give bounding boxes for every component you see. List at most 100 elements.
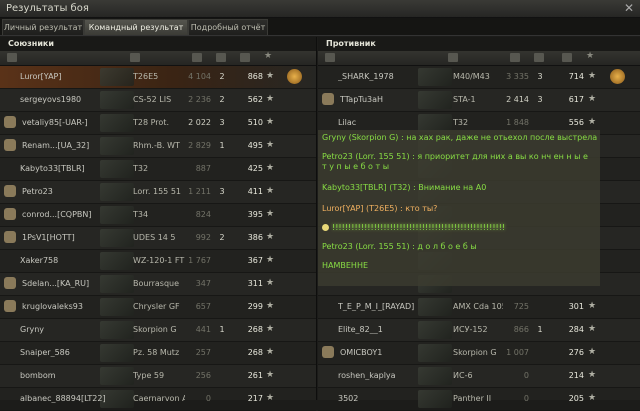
table-row[interactable]: roshen_kaplya ИС-6 0 214 ★: [318, 365, 640, 388]
xp-star-icon: ★: [588, 71, 597, 81]
xp-star-icon: ★: [588, 393, 597, 403]
player-name: TTapTu3aH: [340, 95, 384, 104]
sort-tank-icon[interactable]: [130, 53, 140, 62]
sort-kills-icon[interactable]: [534, 53, 544, 62]
player-name: T_E_P_M_I_[RAYAD]: [338, 302, 415, 311]
sort-squad-icon[interactable]: [325, 53, 335, 62]
xp-value: 395: [247, 210, 263, 219]
table-row[interactable]: Xaker758 WZ-120-1 FT 1 767 367 ★: [0, 250, 316, 273]
table-row[interactable]: Luror[YAP] T26E5 4 104 2 868 ★: [0, 66, 316, 89]
damage-value: 0: [523, 371, 529, 380]
allies-panel: Союзники ★ Luror[YAP] T26E5 4 104 2 868 ★ serg…: [0, 37, 317, 411]
player-name: Luror[YAP]: [20, 72, 62, 81]
xp-star-icon: ★: [266, 163, 275, 173]
player-name: _SHARK_1978: [338, 72, 394, 81]
chat-message: HAMBEHHE: [322, 261, 368, 270]
table-row[interactable]: Petro23 Lorr. 155 51 1 211 3 411 ★: [0, 181, 316, 204]
sort-tank-icon[interactable]: [448, 53, 458, 62]
star-icon[interactable]: ★: [264, 51, 274, 61]
xp-value: 714: [568, 72, 584, 81]
kills-value: 3: [219, 187, 225, 196]
table-row[interactable]: _SHARK_1978 M40/M43 3 335 3 714 ★: [318, 66, 640, 89]
player-name: 1PsV1[HOTT]: [22, 233, 75, 242]
window-title: Результаты боя: [6, 3, 89, 14]
table-row[interactable]: Renam...[UA_32] Rhm.-B. WT 2 829 1 495 ★: [0, 135, 316, 158]
table-row[interactable]: kruglovaleks93 Chrysler GF 657 299 ★: [0, 296, 316, 319]
clan-badge-icon: [4, 139, 16, 151]
tank-name: STA-1: [453, 95, 476, 104]
player-name: Renam...[UA_32]: [22, 141, 90, 150]
table-row[interactable]: Elite_82__1 ИСУ-152 866 1 284 ★: [318, 319, 640, 342]
table-row[interactable]: TTapTu3aH STA-1 2 414 3 617 ★: [318, 89, 640, 112]
clan-badge-icon: [4, 185, 16, 197]
table-row[interactable]: vetaliy85[-UAR-] T28 Prot. 2 022 3 510 ★: [0, 112, 316, 135]
tab-team[interactable]: Командный результат: [84, 19, 188, 35]
sort-kills-icon[interactable]: [216, 53, 226, 62]
table-row[interactable]: Snaiper_586 Pz. 58 Mutz 257 268 ★: [0, 342, 316, 365]
sort-xp-icon[interactable]: [562, 53, 572, 62]
xp-star-icon: ★: [588, 117, 597, 127]
table-row[interactable]: Sdelan...[KA_RU] Bourrasque 347 311 ★: [0, 273, 316, 296]
table-row[interactable]: Kabyto33[TBLR] T32 887 425 ★: [0, 158, 316, 181]
kills-value: 2: [219, 233, 225, 242]
sort-damage-icon[interactable]: [192, 53, 202, 62]
clan-badge-icon: [322, 346, 334, 358]
xp-star-icon: ★: [588, 94, 597, 104]
tab-bar: Личный результат Командный результат Под…: [0, 18, 640, 36]
xp-value: 276: [568, 348, 584, 357]
clan-badge-icon: [4, 116, 16, 128]
xp-star-icon: ★: [588, 370, 597, 380]
xp-star-icon: ★: [588, 324, 597, 334]
xp-star-icon: ★: [266, 94, 275, 104]
xp-value: 510: [247, 118, 263, 127]
smiley-icon: [322, 224, 329, 231]
tab-personal[interactable]: Личный результат: [2, 19, 84, 35]
medal-icon[interactable]: [610, 69, 625, 84]
star-icon[interactable]: ★: [586, 51, 596, 61]
tank-name: T32: [133, 164, 149, 173]
tank-name: Bourrasque: [133, 279, 180, 288]
chat-text: Luror[YAP] (T26E5) : кто ты?: [322, 204, 438, 213]
damage-value: 1 848: [506, 118, 529, 127]
tank-name: CS-52 LIS: [133, 95, 172, 104]
xp-star-icon: ★: [266, 209, 275, 219]
medal-icon[interactable]: [287, 69, 302, 84]
xp-value: 284: [568, 325, 584, 334]
chat-message: т у п ы е б о т ы: [322, 162, 389, 171]
xp-star-icon: ★: [266, 301, 275, 311]
table-row[interactable]: Gryny Skorpion G 441 1 268 ★: [0, 319, 316, 342]
table-row[interactable]: conrod...[CQPBN] T34 824 395 ★: [0, 204, 316, 227]
table-row[interactable]: T_E_P_M_I_[RAYAD] AMX Cda 105 725 301 ★: [318, 296, 640, 319]
damage-value: 0: [205, 394, 211, 403]
tank-name: Chrysler GF: [133, 302, 180, 311]
chat-text: Gryny (Skorpion G) : на хах рак, даже не…: [322, 133, 598, 142]
table-row[interactable]: sergeyovs1980 CS-52 LIS 2 236 2 562 ★: [0, 89, 316, 112]
tab-details[interactable]: Подробный отчёт: [188, 19, 268, 35]
kills-value: 3: [537, 95, 543, 104]
player-name: vetaliy85[-UAR-]: [22, 118, 88, 127]
player-name: Kabyto33[TBLR]: [20, 164, 85, 173]
sort-damage-icon[interactable]: [510, 53, 520, 62]
table-row[interactable]: OMICBOY1 Skorpion G 1 007 276 ★: [318, 342, 640, 365]
clan-badge-icon: [4, 231, 16, 243]
close-icon[interactable]: ✕: [624, 1, 634, 15]
sort-squad-icon[interactable]: [7, 53, 17, 62]
chat-text: !!!!!!!!!!!!!!!!!!!!!!!!!!!!!!!!!!!!!!!!…: [332, 223, 506, 232]
xp-value: 495: [247, 141, 263, 150]
xp-star-icon: ★: [588, 347, 597, 357]
xp-value: 214: [568, 371, 584, 380]
tank-name: AMX Cda 105: [453, 302, 503, 311]
kills-value: 2: [219, 72, 225, 81]
player-name: bombom: [20, 371, 56, 380]
chat-message: !!!!!!!!!!!!!!!!!!!!!!!!!!!!!!!!!!!!!!!!…: [322, 223, 505, 232]
damage-value: 256: [195, 371, 211, 380]
xp-star-icon: ★: [266, 71, 275, 81]
sort-xp-icon[interactable]: [240, 53, 250, 62]
damage-value: 1 211: [188, 187, 211, 196]
tank-name: Lorr. 155 51: [133, 187, 181, 196]
kills-value: 3: [219, 118, 225, 127]
player-name: Petro23: [22, 187, 53, 196]
allies-list: Luror[YAP] T26E5 4 104 2 868 ★ sergeyovs1980 CS…: [0, 66, 316, 411]
table-row[interactable]: bombom Type 59 256 261 ★: [0, 365, 316, 388]
table-row[interactable]: 1PsV1[HOTT] UDES 14 5 992 2 386 ★: [0, 227, 316, 250]
